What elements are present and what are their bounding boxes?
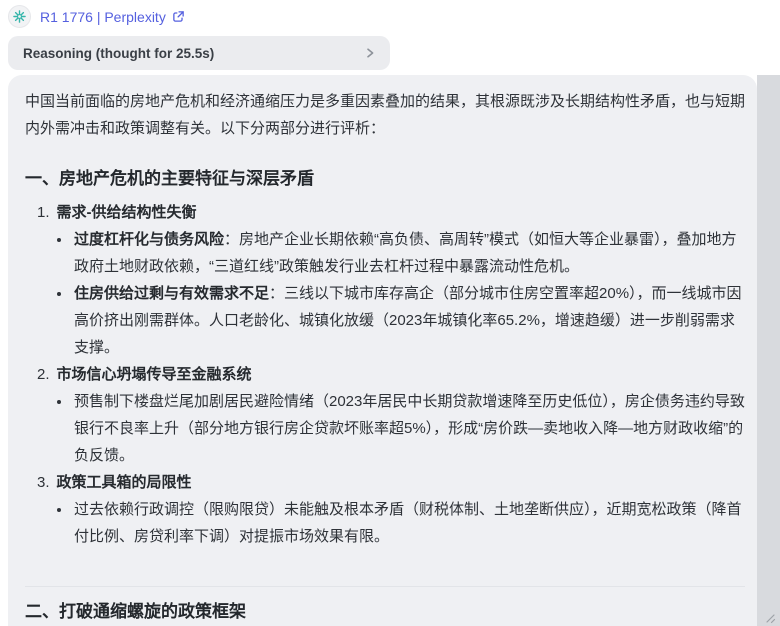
list-item-1: 1. 需求-供给结构性失衡 过度杠杆化与债务风险：房地产企业长期依赖“高负债、高周… — [25, 199, 745, 361]
item-number: 2. — [37, 366, 50, 383]
item-number: 1. — [37, 204, 50, 221]
answer-card: 中国当前面临的房地产危机和经济通缩压力是多重因素叠加的结果，其根源既涉及长期结构… — [8, 75, 757, 626]
chevron-right-icon — [367, 48, 374, 58]
bullet-item: 住房供给过剩与有效需求不足：三线以下城市库存高企（部分城市住房空置率超20%），… — [72, 280, 745, 361]
item-title: 市场信心坍塌传导至金融系统 — [56, 366, 252, 383]
bullet-lead: 过度杠杆化与债务风险 — [74, 231, 225, 248]
chat-page: R1 1776 | Perplexity Reasoning (thought … — [0, 0, 780, 626]
bullet-text: 过去依赖行政调控（限购限贷）未能触及根本矛盾（财税体制、土地垄断供应），近期宽松… — [74, 501, 742, 545]
bullet-lead: 住房供给过剩与有效需求不足 — [74, 285, 270, 302]
item-title: 需求-供给结构性失衡 — [56, 204, 197, 221]
section-divider — [25, 586, 745, 587]
bullet-item: 预售制下楼盘烂尾加剧居民避险情绪（2023年居民中长期贷款增速降至历史低位），房… — [72, 388, 745, 469]
scrollbar-track[interactable] — [757, 75, 780, 626]
section2-heading: 二、打破通缩螺旋的政策框架 — [25, 602, 246, 621]
item-title: 政策工具箱的局限性 — [56, 474, 192, 491]
model-link[interactable]: R1 1776 | Perplexity — [40, 9, 185, 25]
bullet-item: 过度杠杆化与债务风险：房地产企业长期依赖“高负债、高周转”模式（如恒大等企业暴雷… — [72, 226, 745, 280]
section1-heading: 一、房地产危机的主要特征与深层矛盾 — [25, 169, 314, 188]
list-item-3: 3. 政策工具箱的局限性 过去依赖行政调控（限购限贷）未能触及根本矛盾（财税体制、… — [25, 469, 745, 550]
ordered-list: 1. 需求-供给结构性失衡 过度杠杆化与债务风险：房地产企业长期依赖“高负债、高周… — [25, 199, 745, 550]
model-avatar — [8, 5, 31, 28]
model-name: R1 1776 | Perplexity — [40, 8, 166, 25]
item-number: 3. — [37, 474, 50, 491]
reasoning-toggle[interactable]: Reasoning (thought for 25.5s) — [8, 36, 390, 70]
resize-grip-icon — [766, 614, 776, 624]
bullet-text: 预售制下楼盘烂尾加剧居民避险情绪（2023年居民中长期贷款增速降至历史低位），房… — [74, 393, 745, 464]
external-link-icon — [173, 11, 184, 22]
intro-paragraph: 中国当前面临的房地产危机和经济通缩压力是多重因素叠加的结果，其根源既涉及长期结构… — [25, 93, 746, 137]
bullet-list: 预售制下楼盘烂尾加剧居民避险情绪（2023年居民中长期贷款增速降至历史低位），房… — [25, 388, 745, 469]
bullet-item: 过去依赖行政调控（限购限贷）未能触及根本矛盾（财税体制、土地垄断供应），近期宽松… — [72, 496, 745, 550]
bullet-list: 过度杠杆化与债务风险：房地产企业长期依赖“高负债、高周转”模式（如恒大等企业暴雷… — [25, 226, 745, 361]
reasoning-label: Reasoning (thought for 25.5s) — [23, 45, 215, 61]
list-item-2: 2. 市场信心坍塌传导至金融系统 预售制下楼盘烂尾加剧居民避险情绪（2023年居民… — [25, 361, 745, 469]
starburst-icon — [13, 10, 26, 23]
bullet-list: 过去依赖行政调控（限购限贷）未能触及根本矛盾（财税体制、土地垄断供应），近期宽松… — [25, 496, 745, 550]
model-header: R1 1776 | Perplexity — [8, 5, 185, 28]
